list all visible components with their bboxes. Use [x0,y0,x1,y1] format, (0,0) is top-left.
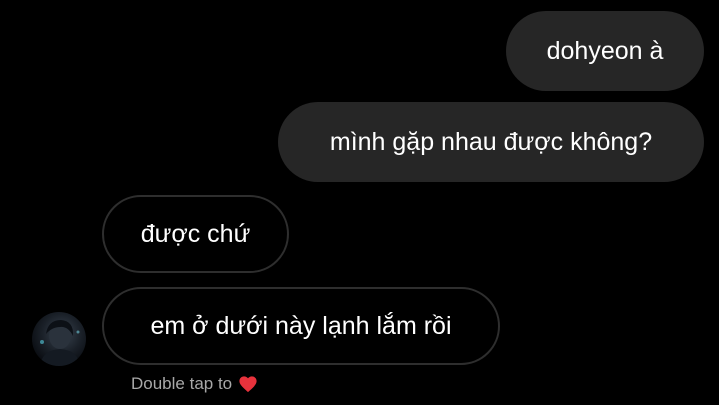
received-message-bubble[interactable]: được chứ [102,195,289,273]
sent-message-bubble[interactable]: mình gặp nhau được không? [278,102,704,182]
heart-icon[interactable] [238,375,258,393]
message-text: mình gặp nhau được không? [329,127,653,156]
sender-avatar[interactable] [32,312,86,366]
double-tap-hint: Double tap to [131,374,258,394]
message-text: dohyeon à [546,36,664,65]
sent-message-bubble[interactable]: dohyeon à [506,11,704,91]
double-tap-hint-text: Double tap to [131,374,233,393]
message-text: được chứ [140,219,251,248]
message-text: em ở dưới này lạnh lắm rồi [150,311,452,340]
received-message-bubble[interactable]: em ở dưới này lạnh lắm rồi [102,287,500,365]
